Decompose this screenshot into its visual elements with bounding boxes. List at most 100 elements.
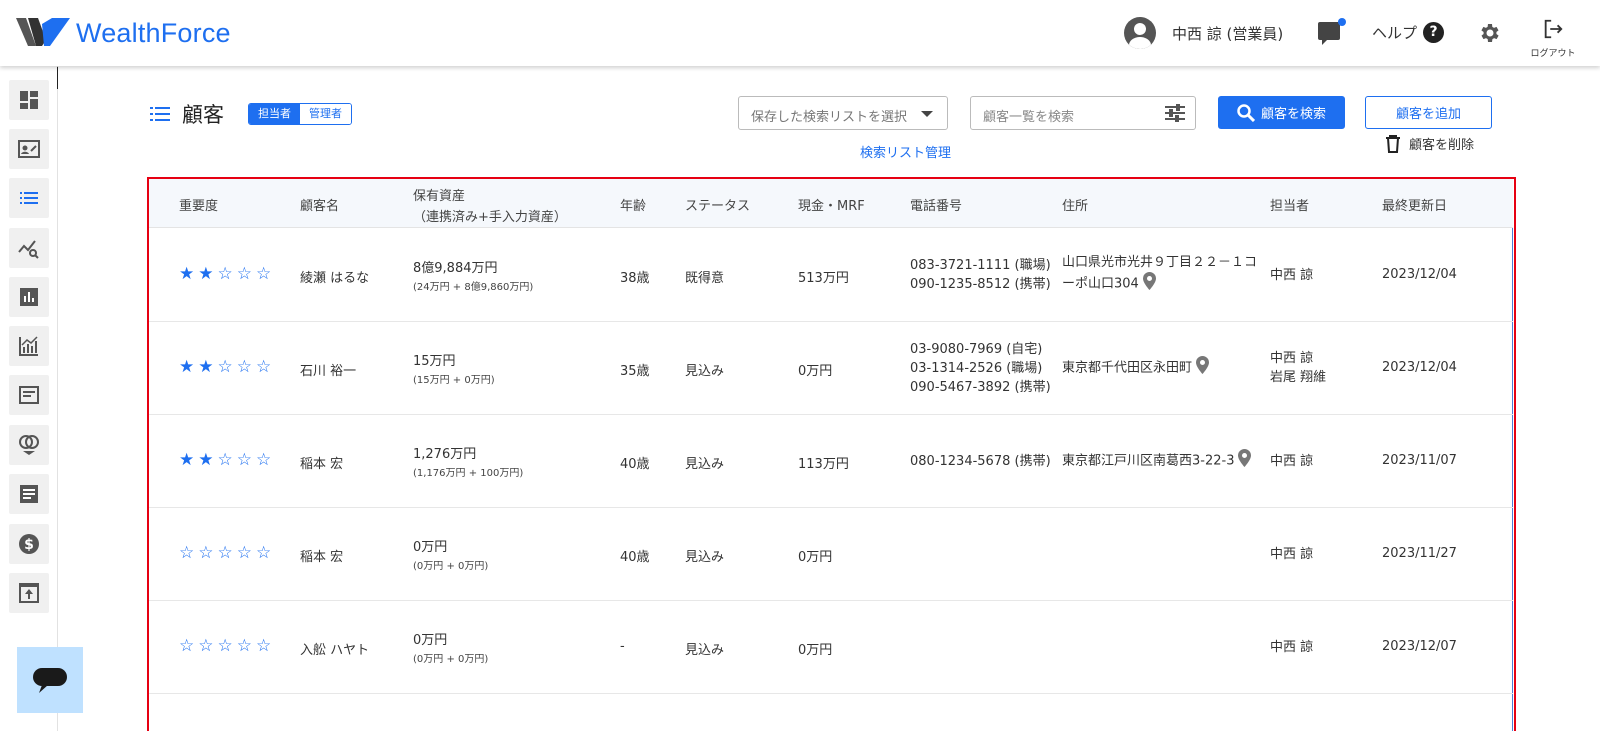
star-empty-icon[interactable]: ☆ [237, 545, 252, 562]
table-row[interactable]: ★ ★ ☆ ☆ ☆ 綾瀬 はるな 8億9,884万円 (24万円 + 8億9,860万円) 38… [149, 228, 1513, 322]
importance-stars[interactable]: ★ ★ ☆ ☆ ☆ [179, 452, 271, 469]
star-filled-icon[interactable]: ★ [198, 359, 213, 376]
star-empty-icon[interactable]: ☆ [179, 545, 194, 562]
star-empty-icon[interactable]: ☆ [218, 638, 233, 655]
map-pin-icon[interactable] [1142, 272, 1156, 296]
star-empty-icon[interactable]: ☆ [256, 545, 271, 562]
add-customer-button[interactable]: 顧客を追加 [1365, 96, 1492, 129]
help-button[interactable]: ヘルプ ? [1372, 22, 1445, 43]
customer-name[interactable]: 綾瀬 はるな [300, 267, 369, 286]
importance-stars[interactable]: ☆ ☆ ☆ ☆ ☆ [179, 545, 271, 562]
delete-button-label: 顧客を削除 [1409, 138, 1475, 153]
customer-search-input[interactable]: 顧客一覧を検索 [970, 96, 1196, 130]
cash-mrf: 0万円 [798, 550, 833, 565]
header-updated[interactable]: 最終更新日 [1382, 195, 1447, 214]
cash-mrf: 0万円 [798, 643, 833, 658]
header-importance[interactable]: 重要度 [179, 195, 218, 214]
header-assets-line1: 保有資産 [413, 189, 466, 204]
importance-stars[interactable]: ★ ★ ☆ ☆ ☆ [179, 266, 271, 283]
cash-mrf: 113万円 [798, 457, 849, 472]
star-empty-icon[interactable]: ☆ [256, 266, 271, 283]
chat-bubble-icon [33, 668, 67, 693]
star-empty-icon[interactable]: ☆ [198, 638, 213, 655]
star-filled-icon[interactable]: ★ [179, 452, 194, 469]
table-row[interactable]: ★ ★ ☆ ☆ ☆ 稲本 宏 1,276万円 (1,176万円 + 100万円) 40歳 見込み 1… [149, 414, 1513, 508]
delete-customer-button[interactable]: 顧客を削除 [1385, 134, 1474, 153]
rep-name: 中西 諒 [1270, 453, 1314, 469]
address-line: 山口県光市光井９丁目２２－１コ [1062, 253, 1262, 272]
phone-number: 090-1235-8512 (携帯) [910, 277, 1051, 292]
star-filled-icon[interactable]: ★ [198, 266, 213, 283]
toggle-assignee[interactable]: 担当者 [249, 104, 300, 124]
importance-stars[interactable]: ★ ★ ☆ ☆ ☆ [179, 359, 271, 376]
assets-total: 1,276万円 [413, 447, 477, 462]
star-empty-icon[interactable]: ☆ [237, 452, 252, 469]
star-filled-icon[interactable]: ★ [179, 359, 194, 376]
user-menu[interactable]: 中西 諒 (営業員) [1124, 17, 1283, 49]
search-customers-button[interactable]: 顧客を検索 [1218, 96, 1345, 129]
star-empty-icon[interactable]: ☆ [218, 359, 233, 376]
table-header: 重要度 顧客名 保有資産 （連携済み+手入力資産） 年齢 ステータス 現金・MR… [149, 179, 1513, 228]
header-age[interactable]: 年齢 [620, 195, 646, 214]
star-empty-icon[interactable]: ☆ [256, 359, 271, 376]
header-rep[interactable]: 担当者 [1270, 195, 1309, 214]
table-row[interactable]: ☆ ☆ ☆ ☆ ☆ 稲本 宏 0万円 (0万円 + 0万円) 40歳 見込み 0万円 中西 諒 2023… [149, 507, 1513, 601]
star-empty-icon[interactable]: ☆ [256, 638, 271, 655]
star-filled-icon[interactable]: ★ [198, 452, 213, 469]
star-empty-icon[interactable]: ☆ [218, 266, 233, 283]
star-empty-icon[interactable]: ☆ [237, 359, 252, 376]
header-cash[interactable]: 現金・MRF [798, 195, 865, 214]
star-empty-icon[interactable]: ☆ [218, 452, 233, 469]
customer-name[interactable]: 稲本 宏 [300, 546, 343, 565]
header-address[interactable]: 住所 [1062, 195, 1088, 214]
chat-icon[interactable] [1318, 18, 1346, 45]
header-name[interactable]: 顧客名 [300, 195, 339, 214]
gear-icon[interactable] [1477, 21, 1501, 45]
header-assets[interactable]: 保有資産 （連携済み+手入力資産） [413, 185, 567, 225]
address-line: ーポ山口304 [1062, 272, 1262, 296]
logout-button[interactable]: ログアウト [1530, 18, 1576, 59]
filter-settings-icon[interactable] [1165, 104, 1185, 122]
chat-support-button[interactable] [17, 647, 83, 713]
table-row[interactable]: ☆ ☆ ☆ ☆ ☆ 入舩 ハヤト 0万円 (0万円 + 0万円) - 見込み 0万円 中西 諒 2023… [149, 600, 1513, 694]
article-icon[interactable] [9, 474, 49, 514]
star-empty-icon[interactable]: ☆ [198, 545, 213, 562]
map-pin-icon[interactable] [1196, 355, 1210, 380]
importance-stars[interactable]: ☆ ☆ ☆ ☆ ☆ [179, 638, 271, 655]
upload-icon[interactable] [9, 573, 49, 613]
assigned-reps: 中西 諒 [1270, 452, 1313, 471]
assets-total: 8億9,884万円 [413, 261, 498, 276]
customer-name[interactable]: 石川 裕一 [300, 360, 356, 379]
header-status[interactable]: ステータス [685, 195, 750, 214]
contact-card-icon[interactable] [9, 129, 49, 169]
search-list-manage-link[interactable]: 検索リスト管理 [860, 142, 951, 161]
address-text: ーポ山口304 [1062, 276, 1139, 292]
dollar-icon[interactable]: $ [9, 524, 49, 564]
search-button-label: 顧客を検索 [1260, 107, 1326, 122]
map-pin-icon[interactable] [1238, 448, 1252, 473]
rings-icon[interactable] [9, 425, 49, 465]
toggle-admin[interactable]: 管理者 [300, 104, 351, 124]
saved-list-select[interactable]: 保存した検索リストを選択 [738, 96, 948, 130]
customer-name[interactable]: 入舩 ハヤト [300, 639, 369, 658]
star-filled-icon[interactable]: ★ [179, 266, 194, 283]
list-icon[interactable] [9, 178, 49, 218]
search-placeholder: 顧客一覧を検索 [983, 110, 1075, 125]
customer-name[interactable]: 稲本 宏 [300, 453, 343, 472]
star-empty-icon[interactable]: ☆ [218, 545, 233, 562]
star-empty-icon[interactable]: ☆ [237, 266, 252, 283]
header-phone[interactable]: 電話番号 [910, 195, 962, 214]
dashboard-icon[interactable] [9, 80, 49, 120]
table-row[interactable]: ★ ★ ☆ ☆ ☆ 石川 裕一 15万円 (15万円 + 0万円) 35歳 見込み 0万円 03-90… [149, 321, 1513, 415]
star-empty-icon[interactable]: ☆ [237, 638, 252, 655]
cash-mrf: 513万円 [798, 271, 849, 286]
role-toggle[interactable]: 担当者 管理者 [248, 103, 352, 125]
star-empty-icon[interactable]: ☆ [256, 452, 271, 469]
analytics-search-icon[interactable] [9, 228, 49, 268]
star-empty-icon[interactable]: ☆ [179, 638, 194, 655]
document-icon[interactable] [9, 375, 49, 415]
bar-chart-icon[interactable] [9, 277, 49, 317]
wealthforce-logo[interactable]: WealthForce [16, 16, 231, 50]
growth-chart-icon[interactable] [9, 326, 49, 366]
saved-list-placeholder: 保存した検索リストを選択 [751, 110, 908, 125]
